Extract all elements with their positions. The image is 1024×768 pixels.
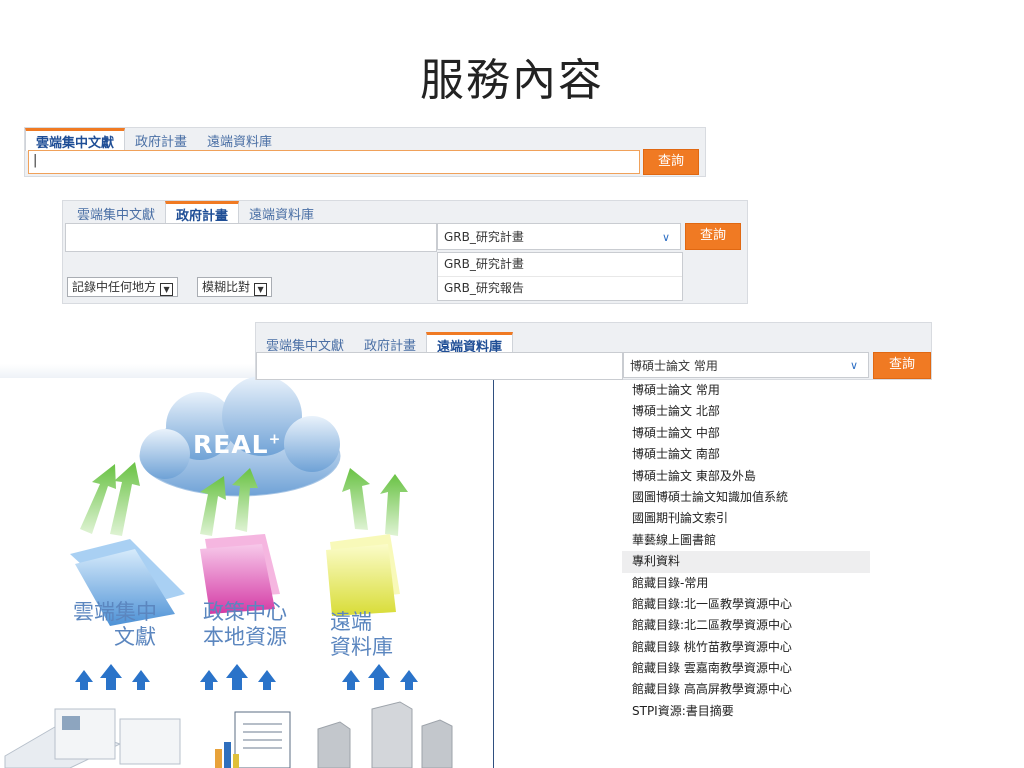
- search-button[interactable]: 查詢: [685, 223, 741, 250]
- search-input[interactable]: [256, 352, 623, 380]
- tab-literature[interactable]: 雲端集中文獻: [256, 332, 354, 354]
- list-item[interactable]: 博碩士論文 東部及外島: [622, 466, 870, 487]
- label-line: 本地資源: [203, 625, 287, 649]
- folder-label-policy: 政策中心 本地資源: [185, 600, 305, 650]
- tab-remote-db[interactable]: 遠端資料庫: [239, 201, 324, 223]
- cloud-label-text: REAL: [193, 430, 269, 459]
- chevron-down-icon: ∨: [849, 359, 858, 372]
- label-line: 雲端集中: [73, 600, 157, 624]
- list-item[interactable]: 博碩士論文 中部: [622, 423, 870, 444]
- label-line: 資料庫: [330, 635, 393, 659]
- dropdown-arrow-icon: ▼: [254, 283, 268, 296]
- list-item[interactable]: 館藏目錄:北二區教學資源中心: [622, 615, 870, 636]
- tab-literature[interactable]: 雲端集中文獻: [25, 128, 126, 151]
- tab-remote-db[interactable]: 遠端資料庫: [197, 128, 282, 150]
- list-item[interactable]: 館藏目錄 高高屏教學資源中心: [622, 679, 870, 700]
- tab-government[interactable]: 政府計畫: [165, 201, 240, 224]
- diagram-graphic: [4, 376, 453, 768]
- list-item[interactable]: 國圖博碩士論文知識加值系統: [622, 487, 870, 508]
- label-line: 文獻: [114, 625, 156, 649]
- search-widget-government: 雲端集中文獻 政府計畫 遠端資料庫 GRB_研究計畫 ∨ 查詢 GRB_研究計畫…: [62, 200, 748, 304]
- search-input-cursor: |: [33, 153, 38, 168]
- database-select-value: 博碩士論文 常用: [630, 359, 718, 373]
- label-line: 遠端: [330, 610, 372, 634]
- arrow-up-icons: [75, 664, 418, 690]
- list-item[interactable]: 館藏目錄:北一區教學資源中心: [622, 594, 870, 615]
- collection-select[interactable]: GRB_研究計畫 ∨: [437, 223, 681, 250]
- list-item[interactable]: STPI資源:書目摘要: [622, 701, 870, 722]
- field-scope-select[interactable]: 記錄中任何地方 ▼: [67, 277, 179, 297]
- tab-government[interactable]: 政府計畫: [354, 332, 426, 354]
- report-chart-icon: [215, 711, 291, 768]
- search-widget-remote: 雲端集中文獻 政府計畫 遠端資料庫 博碩士論文 常用 ∨ 查詢: [255, 322, 932, 380]
- folder-yellow-icon: [326, 534, 400, 616]
- list-item[interactable]: 國圖期刊論文索引: [622, 508, 870, 529]
- match-mode-value: 模糊比對: [202, 280, 251, 294]
- dropdown-option[interactable]: GRB_研究計畫: [438, 253, 682, 277]
- field-scope-value: 記錄中任何地方: [72, 280, 157, 294]
- list-item[interactable]: 博碩士論文 南部: [622, 444, 870, 465]
- cloud-label: REAL+: [193, 430, 281, 459]
- list-item-highlighted[interactable]: 專利資料: [622, 551, 870, 573]
- list-item[interactable]: 館藏目錄 雲嘉南教學資源中心: [622, 658, 870, 679]
- list-item[interactable]: 博碩士論文 常用: [622, 380, 870, 401]
- collection-dropdown: GRB_研究計畫 GRB_研究報告: [437, 252, 683, 301]
- list-item[interactable]: 博碩士論文 北部: [622, 401, 870, 422]
- collection-select-value: GRB_研究計畫: [444, 230, 524, 244]
- list-item[interactable]: 館藏目錄 桃竹苗教學資源中心: [622, 637, 870, 658]
- tab-bar: 雲端集中文獻 政府計畫 遠端資料庫: [256, 332, 514, 355]
- folder-label-literature: 雲端集中 文獻: [55, 600, 175, 650]
- search-input[interactable]: [65, 223, 437, 252]
- tab-bar: 雲端集中文獻 政府計畫 遠端資料庫: [25, 128, 282, 151]
- search-button[interactable]: 查詢: [643, 149, 699, 175]
- service-diagram: REAL+ 雲端集中 文獻 政策中心 本地資源 遠端 資料庫: [0, 364, 494, 768]
- label-line: 政策中心: [203, 600, 287, 624]
- tab-government[interactable]: 政府計畫: [125, 128, 197, 150]
- search-widget-literature: 雲端集中文獻 政府計畫 遠端資料庫 | 查詢: [24, 127, 706, 177]
- search-button[interactable]: 查詢: [873, 352, 931, 379]
- dropdown-option[interactable]: GRB_研究報告: [438, 277, 682, 300]
- match-mode-select[interactable]: 模糊比對 ▼: [197, 277, 273, 297]
- list-item[interactable]: 館藏目錄-常用: [622, 573, 870, 594]
- tab-literature[interactable]: 雲端集中文獻: [67, 201, 165, 223]
- document-pages-icon: [4, 708, 181, 768]
- search-input[interactable]: |: [28, 150, 640, 174]
- server-icon: [317, 701, 453, 768]
- tab-bar: 雲端集中文獻 政府計畫 遠端資料庫: [67, 201, 324, 224]
- folder-label-remote: 遠端 資料庫: [330, 610, 420, 660]
- list-item[interactable]: 華藝線上圖書館: [622, 530, 870, 551]
- cloud-label-sup: +: [268, 431, 282, 448]
- database-options-list: 博碩士論文 常用 博碩士論文 北部 博碩士論文 中部 博碩士論文 南部 博碩士論…: [622, 380, 870, 722]
- chevron-down-icon: ∨: [661, 231, 670, 244]
- dropdown-arrow-icon: ▼: [160, 283, 174, 296]
- page-title: 服務內容: [420, 55, 604, 106]
- database-select[interactable]: 博碩士論文 常用 ∨: [623, 352, 869, 378]
